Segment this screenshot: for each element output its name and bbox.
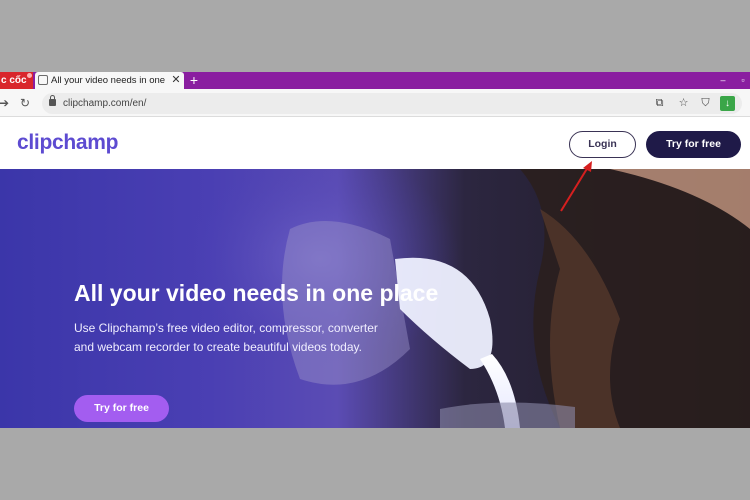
try-for-free-button[interactable]: Try for free: [646, 131, 741, 158]
hero-section: All your video needs in one place Use Cl…: [0, 169, 750, 428]
tab-title: All your video needs in one p: [51, 75, 165, 86]
notification-dot: [27, 73, 32, 78]
tab-close-icon[interactable]: ✕: [170, 72, 182, 89]
url-text[interactable]: clipchamp.com/en/: [63, 93, 146, 114]
site-header: clipchamp Login Try for free: [0, 118, 750, 169]
clipchamp-logo[interactable]: clipchamp: [17, 130, 118, 156]
lock-icon[interactable]: [49, 95, 56, 106]
download-icon[interactable]: ↓: [720, 96, 735, 111]
back-icon[interactable]: ➔: [0, 95, 12, 111]
browser-window: c cốc All your video needs in one p ✕ + …: [0, 72, 750, 428]
restore-icon[interactable]: ▫: [736, 72, 750, 89]
minimize-icon[interactable]: –: [716, 72, 730, 89]
hero-try-for-free-button[interactable]: Try for free: [74, 395, 169, 422]
tab-strip: c cốc All your video needs in one p ✕ + …: [0, 72, 750, 89]
login-button[interactable]: Login: [569, 131, 636, 158]
translate-icon[interactable]: ⧉: [652, 96, 667, 111]
address-toolbar: ➔ ↻ clipchamp.com/en/ ⧉ ☆ ⛉ ↓: [0, 89, 750, 117]
hero-title: All your video needs in one place: [74, 280, 439, 306]
tab-active[interactable]: All your video needs in one p ✕: [35, 72, 184, 89]
shield-icon[interactable]: ⛉: [698, 96, 713, 111]
new-tab-button[interactable]: +: [186, 72, 202, 89]
hero-description: Use Clipchamp’s free video editor, compr…: [74, 321, 378, 354]
tab-favicon-icon: [38, 75, 48, 85]
reload-icon[interactable]: ↻: [17, 95, 33, 111]
star-icon[interactable]: ☆: [676, 96, 691, 111]
address-bar[interactable]: clipchamp.com/en/ ⧉ ☆ ⛉ ↓: [42, 93, 742, 114]
